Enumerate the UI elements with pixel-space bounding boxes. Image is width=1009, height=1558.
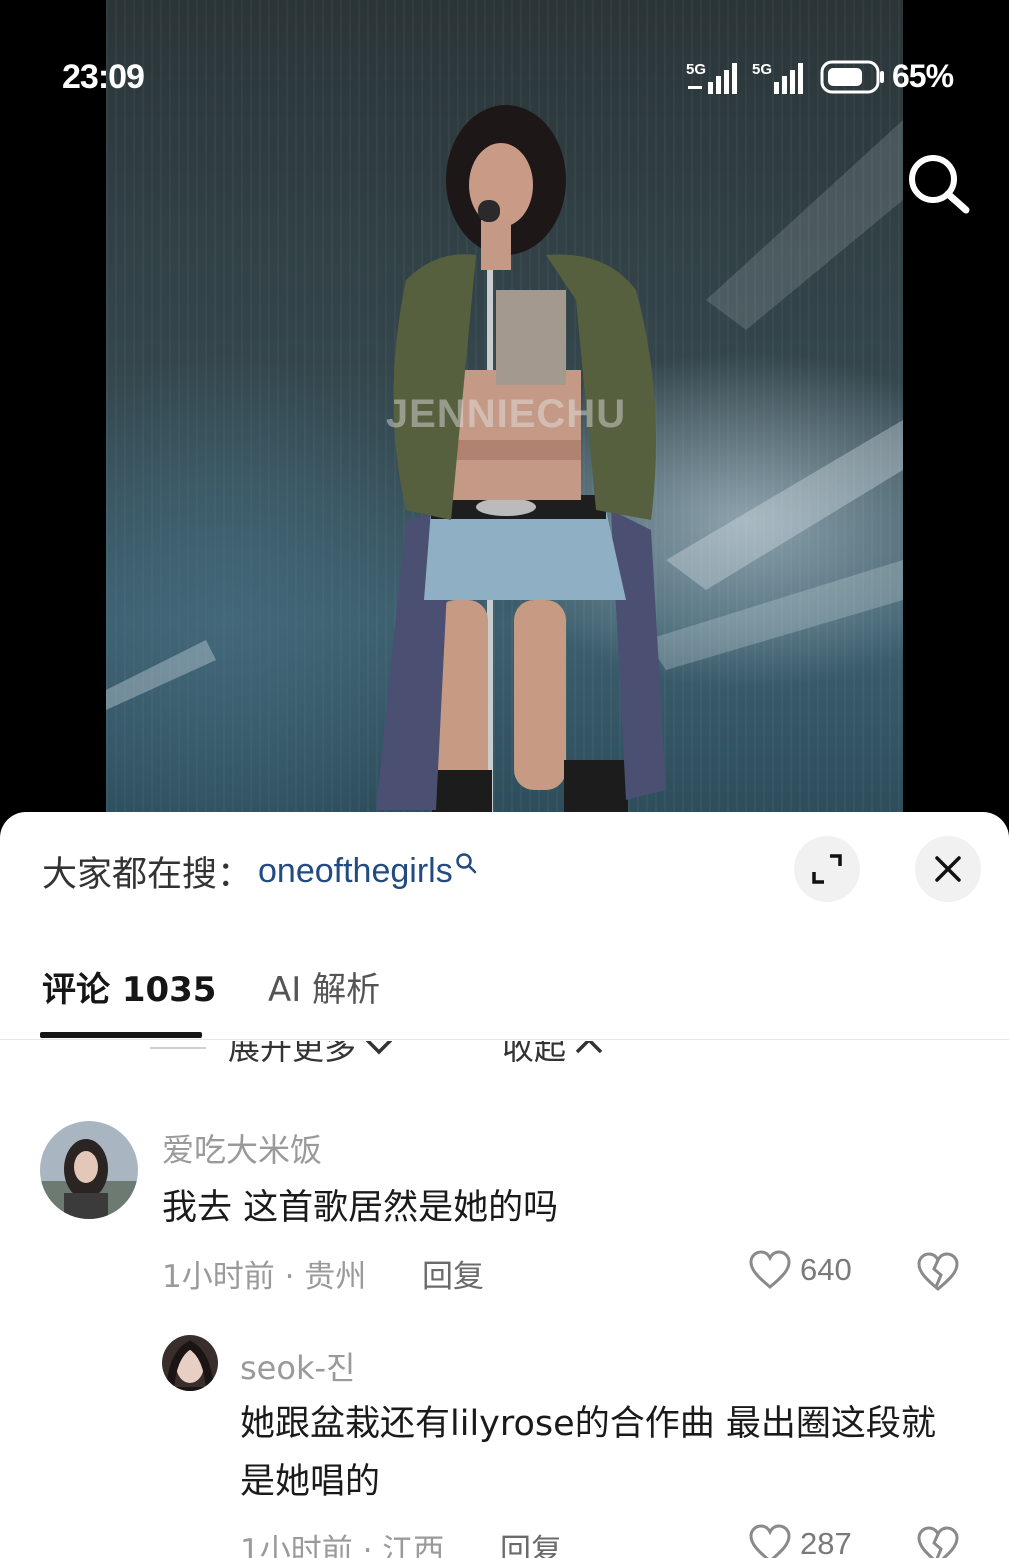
status-icons: 5G 5G 65% <box>686 58 956 98</box>
user-avatar-image <box>162 1335 218 1391</box>
video-player[interactable]: JENNIECHU 23:09 5G 5G 65% <box>0 0 1009 830</box>
divider-line <box>150 1047 206 1049</box>
reply-button[interactable]: 回复 <box>422 1251 484 1296</box>
expand-more-button[interactable]: 展开更多 <box>228 1041 394 1069</box>
broken-heart-icon[interactable] <box>916 1251 960 1293</box>
collapse-button[interactable]: 收起 <box>502 1041 604 1069</box>
comments-list[interactable]: 展开更多 收起 爱吃大米饭 我去 这首歌居然是她的吗 1小时前 · 贵州 回复 … <box>0 1041 1009 1558</box>
sheet-tabs: 评论 1035 AI 解析 <box>0 952 1009 1040</box>
tab-ai-analysis[interactable]: AI 解析 <box>268 962 380 1011</box>
avatar[interactable] <box>40 1121 138 1219</box>
comment-meta: 1小时前 · 贵州 <box>162 1259 367 1295</box>
user-avatar-image <box>40 1121 138 1219</box>
close-sheet-button[interactable] <box>915 836 981 902</box>
battery-percent: 65% <box>892 58 954 94</box>
close-icon <box>935 856 961 882</box>
broken-heart-icon[interactable] <box>916 1525 960 1558</box>
comment-username[interactable]: 爱吃大米饭 <box>162 1125 322 1171</box>
cellular-signal-icon: 5G <box>686 61 737 94</box>
search-button[interactable] <box>902 148 974 220</box>
hot-search-bar: 大家都在搜： oneofthegirls <box>42 846 477 896</box>
like-count: 640 <box>800 1252 852 1287</box>
battery-icon <box>820 60 884 94</box>
tab-comments[interactable]: 评论 1035 <box>42 962 216 1011</box>
like-button[interactable]: 640 <box>748 1249 852 1291</box>
like-count: 287 <box>800 1526 852 1558</box>
status-time: 23:09 <box>62 58 145 96</box>
heart-icon <box>749 1524 791 1558</box>
signal-1-label: 5G <box>686 61 706 78</box>
search-small-icon[interactable] <box>455 852 477 874</box>
expand-icon <box>812 854 842 884</box>
video-frame[interactable]: JENNIECHU <box>106 0 903 830</box>
active-tab-indicator <box>40 1032 202 1038</box>
search-icon <box>909 155 970 214</box>
hot-search-query-link[interactable]: oneofthegirls <box>258 852 453 891</box>
expand-more-label: 展开更多 <box>228 1041 357 1067</box>
chevron-down-icon <box>365 1041 393 1055</box>
video-watermark: JENNIECHU <box>385 392 627 436</box>
like-button[interactable]: 287 <box>748 1523 852 1558</box>
chevron-up-icon <box>575 1041 603 1054</box>
signal-2-label: 5G <box>752 61 772 78</box>
hot-search-prefix: 大家都在搜： <box>42 854 253 895</box>
comment-text: 她跟盆栽还有lilyrose的合作曲 最出圈这段就是她唱的 <box>240 1404 936 1502</box>
heart-icon <box>749 1250 791 1289</box>
collapse-label: 收起 <box>502 1041 567 1067</box>
comment-meta: 1小时前 · 江西 <box>240 1533 445 1558</box>
reply-expand-row: 展开更多 收起 <box>0 1041 1009 1073</box>
expand-sheet-button[interactable] <box>794 836 860 902</box>
avatar[interactable] <box>162 1335 218 1391</box>
reply-button[interactable]: 回复 <box>500 1525 562 1558</box>
comment-username[interactable]: seok-진 <box>240 1343 355 1389</box>
cellular-signal-2-icon: 5G <box>752 61 803 94</box>
comment-text: 我去 这首歌居然是她的吗 <box>162 1188 559 1228</box>
comments-sheet: 大家都在搜： oneofthegirls 评论 1035 AI 解析 展开更多 <box>0 812 1009 1558</box>
